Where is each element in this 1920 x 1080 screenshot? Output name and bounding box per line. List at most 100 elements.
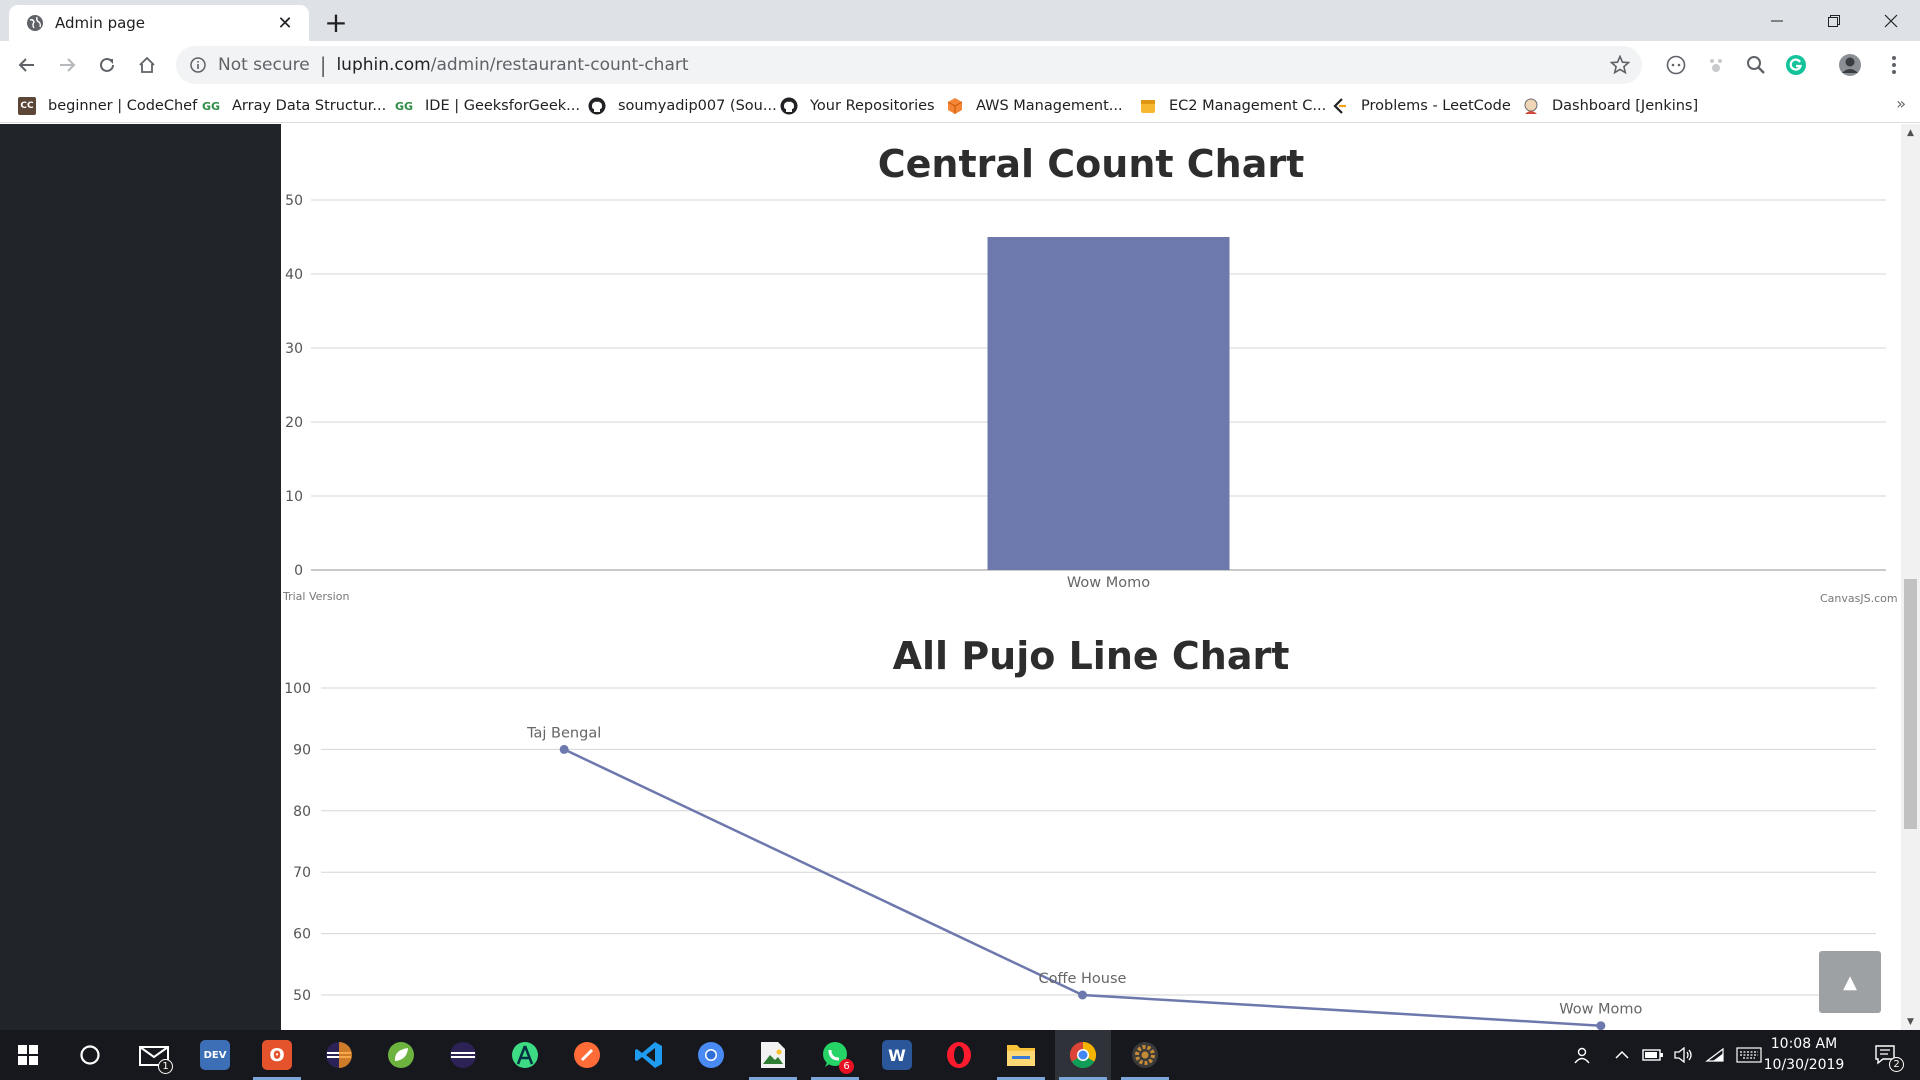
forward-button[interactable] (51, 49, 83, 81)
bookmark-codechef[interactable]: CC beginner | CodeChef (18, 95, 197, 117)
opera-app[interactable] (931, 1030, 987, 1080)
url-path: /admin/restaurant-count-chart (430, 55, 689, 75)
line-chart-y-tick: 60 (293, 927, 311, 943)
bookmark-gfg-ide[interactable]: GG IDE | GeeksforGeek... (395, 95, 580, 117)
notification-badge: 2 (1889, 1057, 1904, 1072)
dev-app[interactable]: DEV (187, 1030, 243, 1080)
chrome-app[interactable] (1055, 1030, 1111, 1080)
whatsapp-app[interactable]: 6 (807, 1030, 863, 1080)
app-orange[interactable]: ʘ (249, 1030, 305, 1080)
grammarly-icon[interactable] (1780, 49, 1812, 81)
forward-arrow-icon (60, 58, 76, 72)
page-content: Central Count Chart 0 10 20 30 40 50 Wow Momo … (281, 124, 1901, 1030)
bookmark-github-profile[interactable]: soumyadip007 (Sou... (588, 95, 777, 117)
start-button[interactable] (0, 1030, 56, 1080)
android-studio-icon (512, 1042, 538, 1068)
bookmark-array-ds[interactable]: GG Array Data Structur... (202, 95, 386, 117)
new-tab-button[interactable]: + (320, 6, 352, 39)
spring-app[interactable] (373, 1030, 429, 1080)
search-button[interactable] (62, 1030, 118, 1080)
geeksforgeeks-icon: GG (394, 99, 414, 113)
people-icon[interactable] (1567, 1030, 1597, 1080)
bar-chart: 0 10 20 30 40 50 Wow Momo (285, 193, 1886, 591)
page-scrollbar[interactable]: ▲ ▼ (1901, 124, 1920, 1030)
bookmarks-bar: CC beginner | CodeChef GG Array Data Str… (0, 89, 1920, 123)
bar-chart-y-tick: 0 (294, 563, 303, 579)
taskbar-clock[interactable]: 10:08 AM 10/30/2019 (1762, 1034, 1846, 1076)
bar-chart-x-tick: Wow Momo (1067, 575, 1150, 591)
wifi-icon[interactable] (1700, 1030, 1730, 1080)
extension-paw-icon[interactable] (1700, 49, 1732, 81)
info-icon[interactable] (188, 55, 208, 75)
bookmark-jenkins[interactable]: Dashboard [Jenkins] (1522, 95, 1698, 117)
eclipse-app[interactable] (311, 1030, 367, 1080)
line-chart: 50 60 70 80 90 100 Taj Bengal Coffe House Wow Mo… (284, 681, 1876, 1030)
home-icon (139, 56, 155, 73)
geeksforgeeks-icon: GG (201, 99, 221, 113)
eclipse-app-2[interactable] (435, 1030, 491, 1080)
bookmark-label: Problems - LeetCode (1361, 98, 1511, 114)
mail-app[interactable]: 1 (126, 1030, 182, 1080)
scroll-to-top-button[interactable]: ▲ (1819, 951, 1881, 1013)
postman-app[interactable] (559, 1030, 615, 1080)
settings-app[interactable] (1117, 1030, 1173, 1080)
bar-chart-y-tick: 10 (285, 489, 303, 505)
minimize-icon (1771, 20, 1783, 21)
browser-tab[interactable]: Admin page ✕ (9, 5, 309, 41)
profile-avatar[interactable] (1834, 49, 1866, 81)
volume-icon[interactable] (1668, 1030, 1698, 1080)
bookmark-github-repos[interactable]: Your Repositories (780, 95, 935, 117)
mail-badge: 1 (158, 1059, 173, 1074)
bookmark-ec2[interactable]: EC2 Management C... (1139, 95, 1326, 117)
file-explorer-app[interactable] (993, 1030, 1049, 1080)
bookmark-leetcode[interactable]: Problems - LeetCode (1331, 95, 1511, 117)
address-bar[interactable]: Not secure | luphin.com /admin/restauran… (176, 46, 1642, 84)
clock-date: 10/30/2019 (1763, 1057, 1845, 1073)
reload-icon (100, 57, 114, 72)
github-icon (780, 97, 798, 115)
bookmark-label: soumyadip007 (Sou... (618, 98, 777, 114)
windows-logo-icon (18, 1045, 38, 1065)
back-button[interactable] (11, 49, 43, 81)
word-app[interactable]: W (869, 1030, 925, 1080)
close-tab-icon[interactable]: ✕ (273, 11, 297, 35)
vscode-app[interactable] (621, 1030, 677, 1080)
bookmark-label: Dashboard [Jenkins] (1552, 98, 1699, 114)
bookmark-label: beginner | CodeChef (48, 98, 198, 114)
reload-button[interactable] (91, 49, 123, 81)
bracket-app-icon: ʘ (262, 1040, 292, 1070)
close-window-button[interactable] (1863, 0, 1919, 41)
minimize-window-button[interactable] (1749, 0, 1805, 41)
url-host: luphin.com (336, 55, 431, 75)
image-editor-app[interactable] (745, 1030, 801, 1080)
bookmark-aws[interactable]: AWS Management... (946, 95, 1123, 117)
chromium-app[interactable] (683, 1030, 739, 1080)
android-studio-app[interactable] (497, 1030, 553, 1080)
chart-canvasjs-credit: CanvasJS.com (1820, 592, 1898, 605)
line-chart-point-label: Coffe House (1039, 971, 1127, 987)
bookmark-label: EC2 Management C... (1169, 98, 1327, 114)
bar-chart-y-tick: 30 (285, 341, 303, 357)
home-button[interactable] (131, 49, 163, 81)
extension-circle-icon[interactable] (1660, 49, 1692, 81)
line-chart-point (1596, 1021, 1606, 1030)
bookmarks-overflow-button[interactable]: » (1896, 94, 1906, 113)
zoom-search-icon[interactable] (1740, 49, 1772, 81)
scrollbar-thumb[interactable] (1904, 579, 1917, 829)
restore-window-button[interactable] (1806, 0, 1862, 41)
tray-overflow-chevron-icon[interactable] (1610, 1030, 1634, 1080)
chrome-icon (1069, 1041, 1097, 1069)
clock-time: 10:08 AM (1770, 1036, 1838, 1052)
scroll-down-arrow-icon[interactable]: ▼ (1901, 1013, 1920, 1030)
folder-icon (1007, 1045, 1035, 1066)
tab-strip: Admin page ✕ + (0, 0, 1920, 41)
keyboard-icon[interactable] (1732, 1030, 1766, 1080)
bar-chart-y-tick: 50 (285, 193, 303, 209)
scroll-up-arrow-icon[interactable]: ▲ (1901, 124, 1920, 141)
browser-menu-icon[interactable] (1878, 49, 1910, 81)
line-chart-point (559, 744, 569, 754)
action-center-button[interactable]: 2 (1866, 1030, 1906, 1080)
bookmark-star-icon[interactable] (1608, 53, 1632, 77)
bookmark-label: Your Repositories (810, 98, 935, 114)
battery-icon[interactable] (1638, 1030, 1668, 1080)
